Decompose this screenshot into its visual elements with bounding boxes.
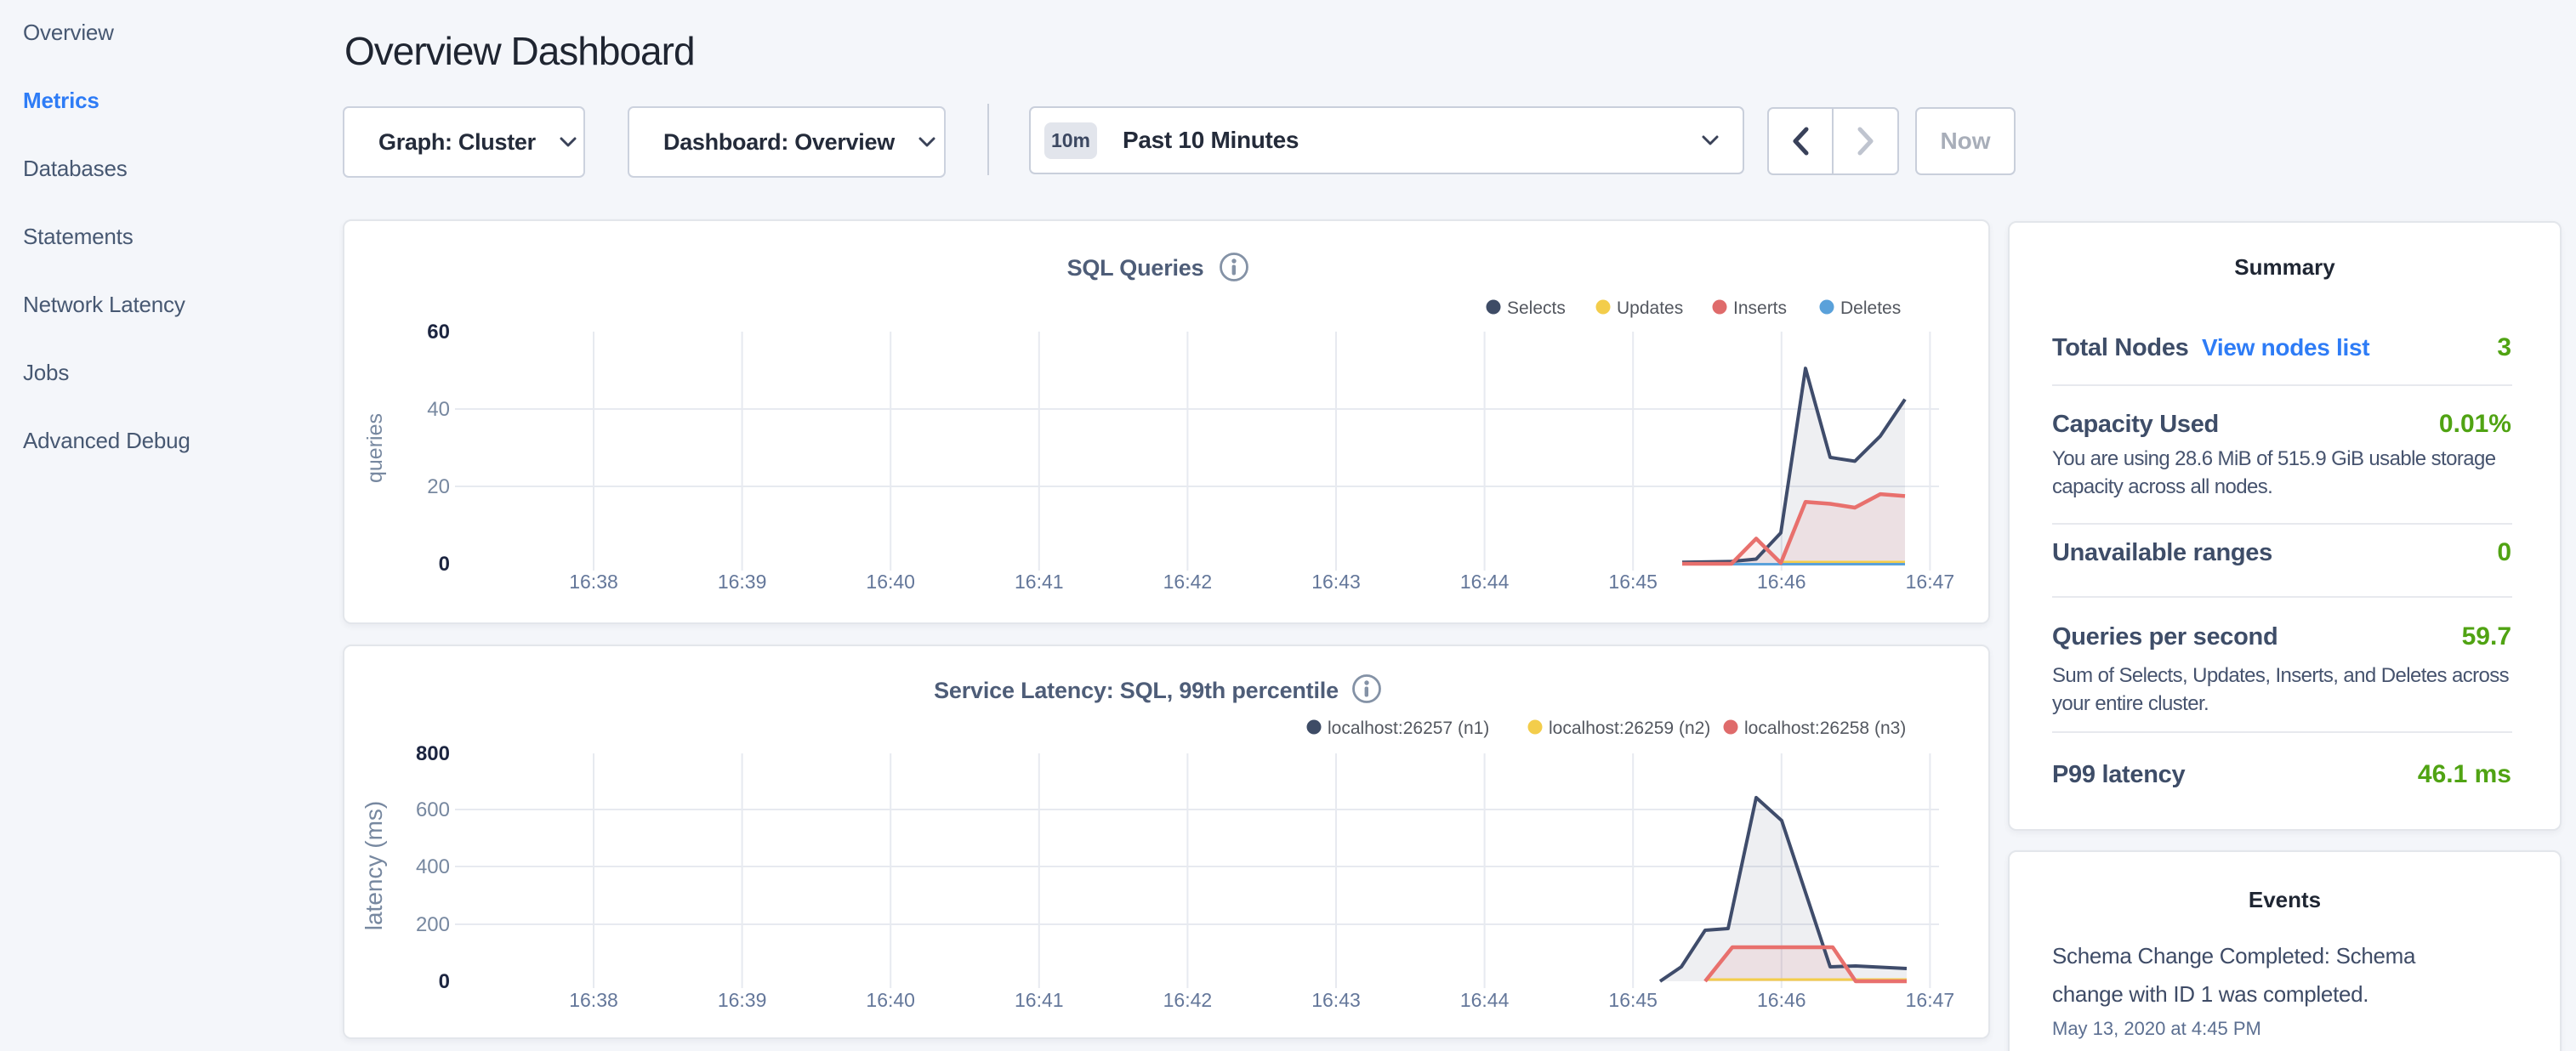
svg-text:16:41: 16:41 — [1015, 571, 1064, 593]
svg-text:16:46: 16:46 — [1757, 989, 1806, 1011]
svg-text:localhost:26258 (n3): localhost:26258 (n3) — [1744, 719, 1906, 738]
svg-text:16:43: 16:43 — [1311, 989, 1361, 1011]
svg-text:16:47: 16:47 — [1906, 989, 1955, 1011]
svg-text:localhost:26257 (n1): localhost:26257 (n1) — [1328, 719, 1489, 738]
svg-text:16:38: 16:38 — [569, 989, 618, 1011]
svg-text:Updates: Updates — [1617, 298, 1683, 318]
svg-text:16:43: 16:43 — [1311, 571, 1361, 593]
svg-text:600: 600 — [416, 798, 450, 821]
svg-text:Deletes: Deletes — [1840, 298, 1901, 318]
svg-text:16:41: 16:41 — [1015, 989, 1064, 1011]
svg-text:800: 800 — [416, 742, 450, 765]
svg-text:Selects: Selects — [1507, 298, 1566, 318]
svg-text:16:46: 16:46 — [1757, 571, 1806, 593]
svg-text:16:45: 16:45 — [1608, 571, 1658, 593]
svg-text:60: 60 — [427, 321, 450, 344]
svg-text:16:44: 16:44 — [1460, 571, 1510, 593]
svg-text:Inserts: Inserts — [1733, 298, 1787, 318]
svg-text:20: 20 — [427, 475, 450, 498]
svg-text:0: 0 — [439, 970, 450, 993]
svg-text:16:39: 16:39 — [718, 571, 767, 593]
svg-text:16:47: 16:47 — [1906, 571, 1955, 593]
svg-text:400: 400 — [416, 855, 450, 878]
svg-text:16:40: 16:40 — [866, 571, 915, 593]
svg-text:200: 200 — [416, 913, 450, 936]
svg-text:16:40: 16:40 — [866, 989, 915, 1011]
svg-text:16:39: 16:39 — [718, 989, 767, 1011]
svg-text:16:45: 16:45 — [1608, 989, 1658, 1011]
svg-text:Service Latency: SQL, 99th per: Service Latency: SQL, 99th percentile — [934, 678, 1339, 703]
svg-text:16:42: 16:42 — [1163, 989, 1213, 1011]
svg-text:16:42: 16:42 — [1163, 571, 1213, 593]
svg-text:16:38: 16:38 — [569, 571, 618, 593]
svg-text:16:44: 16:44 — [1460, 989, 1510, 1011]
svg-text:SQL Queries: SQL Queries — [1067, 255, 1204, 281]
svg-text:queries: queries — [363, 413, 387, 483]
svg-text:40: 40 — [427, 398, 450, 421]
svg-text:0: 0 — [439, 553, 450, 576]
svg-text:localhost:26259 (n2): localhost:26259 (n2) — [1549, 719, 1710, 738]
svg-text:latency (ms): latency (ms) — [361, 801, 387, 930]
